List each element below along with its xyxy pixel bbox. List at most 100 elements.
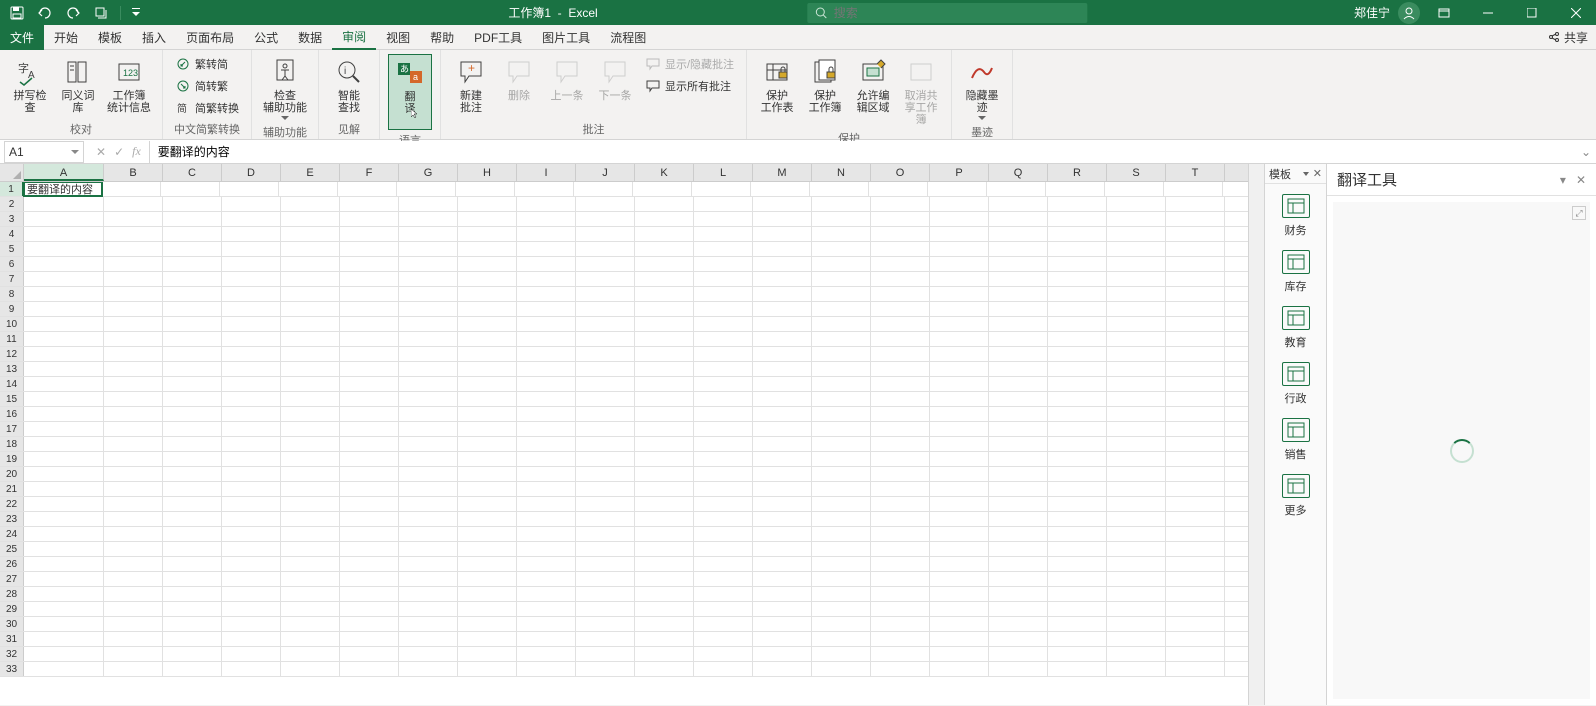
cell[interactable] — [871, 662, 930, 676]
cell[interactable] — [1166, 467, 1225, 481]
tab-pagelayout[interactable]: 页面布局 — [176, 25, 244, 50]
column-header[interactable]: T — [1166, 164, 1225, 181]
cell[interactable] — [871, 452, 930, 466]
cell[interactable] — [694, 557, 753, 571]
column-header[interactable]: C — [163, 164, 222, 181]
user-name[interactable]: 郑佳宁 — [1354, 4, 1390, 21]
cell[interactable] — [989, 527, 1048, 541]
cell[interactable] — [222, 227, 281, 241]
cell[interactable] — [340, 347, 399, 361]
cell[interactable] — [812, 317, 871, 331]
cell[interactable] — [576, 407, 635, 421]
cell[interactable] — [340, 632, 399, 646]
cell[interactable] — [930, 587, 989, 601]
cell[interactable] — [517, 557, 576, 571]
cell[interactable] — [104, 422, 163, 436]
cell[interactable] — [930, 197, 989, 211]
cell[interactable] — [694, 437, 753, 451]
cell[interactable] — [222, 362, 281, 376]
cell[interactable] — [397, 182, 456, 196]
cell[interactable] — [163, 227, 222, 241]
cell[interactable] — [635, 602, 694, 616]
cell[interactable] — [812, 212, 871, 226]
cell[interactable] — [633, 182, 692, 196]
cell[interactable] — [517, 377, 576, 391]
cell[interactable] — [635, 347, 694, 361]
cell[interactable] — [1107, 332, 1166, 346]
column-header[interactable]: Q — [989, 164, 1048, 181]
cell[interactable] — [458, 572, 517, 586]
cell[interactable] — [24, 227, 104, 241]
cell[interactable] — [576, 422, 635, 436]
row-header[interactable]: 4 — [0, 227, 24, 241]
cell[interactable] — [812, 527, 871, 541]
cell[interactable] — [399, 647, 458, 661]
cell[interactable] — [399, 362, 458, 376]
cell[interactable] — [163, 512, 222, 526]
cell[interactable] — [399, 287, 458, 301]
cell[interactable] — [163, 272, 222, 286]
cell[interactable] — [871, 482, 930, 496]
row-header[interactable]: 2 — [0, 197, 24, 211]
cell[interactable] — [576, 482, 635, 496]
cell[interactable] — [1048, 197, 1107, 211]
cell[interactable] — [1107, 212, 1166, 226]
cell[interactable] — [753, 287, 812, 301]
cell[interactable] — [340, 662, 399, 676]
cell[interactable] — [1166, 272, 1225, 286]
cell[interactable] — [399, 452, 458, 466]
cell[interactable] — [694, 407, 753, 421]
cell[interactable] — [576, 197, 635, 211]
cell[interactable] — [989, 302, 1048, 316]
row-header[interactable]: 20 — [0, 467, 24, 481]
cell[interactable] — [1048, 542, 1107, 556]
cell[interactable] — [24, 542, 104, 556]
cell[interactable] — [104, 392, 163, 406]
spellcheck-button[interactable]: 字A 拼写检查 — [8, 54, 52, 116]
cell[interactable] — [24, 662, 104, 676]
cell[interactable] — [871, 332, 930, 346]
cell[interactable] — [163, 287, 222, 301]
cell[interactable] — [753, 602, 812, 616]
tab-view[interactable]: 视图 — [376, 25, 420, 50]
cell[interactable] — [694, 467, 753, 481]
cell[interactable] — [694, 392, 753, 406]
cell[interactable] — [281, 512, 340, 526]
cell[interactable] — [399, 557, 458, 571]
cell[interactable] — [1107, 452, 1166, 466]
cell[interactable] — [871, 527, 930, 541]
cell[interactable] — [930, 512, 989, 526]
cell[interactable] — [930, 227, 989, 241]
cell[interactable] — [24, 482, 104, 496]
cell[interactable] — [458, 647, 517, 661]
cell[interactable] — [1107, 617, 1166, 631]
cell[interactable] — [694, 452, 753, 466]
cell[interactable] — [163, 587, 222, 601]
cell[interactable] — [104, 572, 163, 586]
template-item[interactable]: 行政 — [1282, 362, 1310, 406]
cell[interactable] — [1107, 647, 1166, 661]
close-button[interactable] — [1556, 0, 1596, 25]
cell[interactable] — [635, 272, 694, 286]
cell[interactable] — [576, 497, 635, 511]
cell[interactable] — [222, 632, 281, 646]
cell[interactable] — [458, 377, 517, 391]
cell[interactable]: 要翻译的内容 — [23, 182, 103, 197]
column-header[interactable]: S — [1107, 164, 1166, 181]
cell[interactable] — [458, 212, 517, 226]
row-header[interactable]: 16 — [0, 407, 24, 421]
cell[interactable] — [458, 452, 517, 466]
trad-to-simp-button[interactable]: 繁转简 — [171, 54, 243, 74]
cell[interactable] — [1107, 572, 1166, 586]
cell[interactable] — [340, 317, 399, 331]
cell[interactable] — [458, 362, 517, 376]
cell[interactable] — [222, 557, 281, 571]
thesaurus-button[interactable]: 同义词库 — [56, 54, 100, 116]
share-button[interactable]: 共享 — [1548, 29, 1588, 46]
cell[interactable] — [163, 362, 222, 376]
search-box[interactable] — [808, 3, 1088, 23]
cell[interactable] — [517, 662, 576, 676]
prev-comment-button[interactable]: 上一条 — [545, 54, 589, 104]
cell[interactable] — [517, 332, 576, 346]
cell[interactable] — [340, 527, 399, 541]
